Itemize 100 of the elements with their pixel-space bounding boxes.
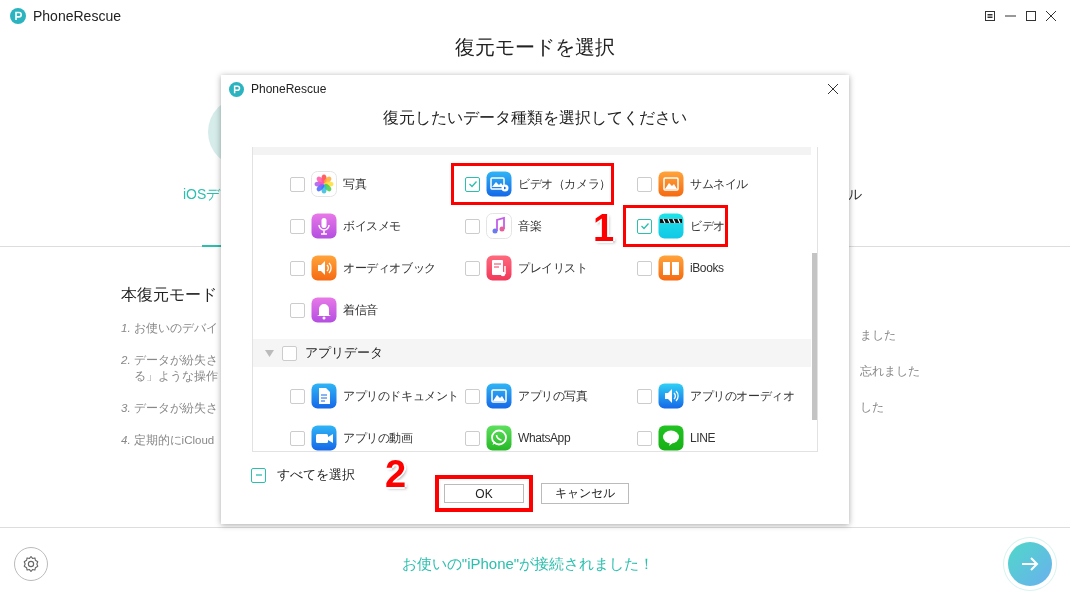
checkbox[interactable] — [465, 176, 480, 192]
option-label: オーディオブック — [343, 259, 436, 277]
category-label: アプリデータ — [305, 344, 383, 362]
clapperboard-icon — [658, 213, 684, 239]
checkbox[interactable] — [290, 176, 305, 192]
check-icon — [467, 179, 478, 189]
info-step: 4. 定期的にiCloud — [121, 432, 219, 448]
connection-status: お使いの"iPhone"が接続されました！ — [401, 554, 655, 574]
step-number: 1 — [593, 209, 615, 247]
info-note: ました — [860, 327, 897, 344]
info-step: 2. データが紛失さ る」ような操作 — [121, 352, 219, 384]
option-label: ボイスメモ — [343, 217, 401, 235]
settings-button[interactable] — [14, 547, 48, 581]
option-label: アプリの動画 — [343, 429, 413, 447]
option-label: iBooks — [690, 261, 724, 275]
close-icon[interactable] — [828, 84, 838, 94]
data-type-option[interactable]: 写真 — [290, 163, 367, 205]
option-label: 着信音 — [343, 301, 378, 319]
checkbox[interactable] — [290, 388, 305, 404]
data-type-option[interactable]: 着信音 — [290, 289, 378, 331]
step-number: 2 — [385, 455, 407, 493]
checkbox[interactable] — [465, 260, 480, 276]
data-type-option[interactable]: アプリの写真 — [465, 375, 588, 417]
picture-play-icon — [486, 171, 512, 197]
data-type-option[interactable]: ビデオ（カメラ） — [451, 163, 614, 205]
music-note-icon — [486, 213, 512, 239]
checkbox[interactable] — [290, 218, 305, 234]
close-icon[interactable] — [1046, 11, 1056, 21]
option-label: アプリのオーディオ — [690, 387, 795, 405]
data-type-option[interactable]: ビデオ — [623, 205, 728, 247]
menu-icon[interactable] — [985, 11, 995, 21]
microphone-icon — [311, 213, 337, 239]
data-type-option[interactable]: アプリのドキュメント — [290, 375, 459, 417]
option-label: プレイリスト — [518, 259, 588, 277]
checkbox[interactable] — [465, 430, 480, 446]
option-label: ビデオ — [690, 217, 725, 235]
info-note: した — [860, 399, 885, 416]
checkbox[interactable] — [290, 260, 305, 276]
data-type-option[interactable]: 音楽 — [465, 205, 542, 247]
category-header[interactable]: アプリデータ — [253, 339, 811, 367]
checkbox[interactable] — [637, 218, 652, 234]
flower-icon — [311, 171, 337, 197]
minus-icon — [254, 473, 263, 477]
document-music-icon — [486, 255, 512, 281]
checkbox[interactable] — [290, 430, 305, 446]
document-icon — [311, 383, 337, 409]
data-type-option[interactable]: アプリのオーディオ — [637, 375, 795, 417]
option-label: ビデオ（カメラ） — [518, 175, 611, 193]
checkbox[interactable] — [465, 218, 480, 234]
checkbox[interactable] — [251, 467, 266, 483]
maximize-icon[interactable] — [1026, 11, 1036, 21]
picture-icon — [658, 171, 684, 197]
book-icon — [658, 255, 684, 281]
page-title: 復元モードを選択 — [454, 35, 616, 60]
speech-bubble-icon — [658, 425, 684, 451]
logo-icon — [229, 81, 244, 97]
video-camera-icon — [311, 425, 337, 451]
dialog-title: PhoneRescue — [251, 82, 327, 96]
info-note: 忘れました — [860, 363, 921, 380]
checkbox[interactable] — [637, 388, 652, 404]
option-label: 音楽 — [518, 217, 542, 235]
checkbox[interactable] — [637, 176, 652, 192]
option-label: 写真 — [343, 175, 367, 193]
checkbox[interactable] — [637, 260, 652, 276]
data-type-option[interactable]: ボイスメモ — [290, 205, 401, 247]
option-label: LINE — [690, 431, 716, 445]
checkbox[interactable] — [282, 345, 297, 361]
option-label: WhatsApp — [518, 431, 571, 445]
checkbox[interactable] — [465, 388, 480, 404]
data-type-option[interactable]: アプリの動画 — [290, 417, 413, 451]
cancel-button[interactable]: キャンセル — [541, 483, 629, 504]
mode-tab[interactable]: ル — [848, 186, 862, 204]
info-step: 1. お使いのデバイ — [121, 320, 219, 336]
info-step: 3. データが紛失さ — [121, 400, 219, 416]
speaker-icon — [658, 383, 684, 409]
logo-icon — [10, 8, 26, 24]
data-type-option[interactable]: LINE — [637, 417, 716, 451]
data-type-option[interactable]: WhatsApp — [465, 417, 571, 451]
ok-button[interactable]: OK — [435, 475, 533, 512]
gear-icon — [22, 555, 40, 573]
data-type-option[interactable]: iBooks — [637, 247, 724, 289]
check-icon — [639, 221, 650, 231]
caret-icon[interactable] — [265, 349, 274, 357]
dialog-heading: 復元したいデータ種類を選択してください — [382, 108, 688, 128]
data-type-option[interactable]: オーディオブック — [290, 247, 436, 289]
data-type-option[interactable]: プレイリスト — [465, 247, 588, 289]
app-title: PhoneRescue — [33, 8, 121, 24]
data-type-option[interactable]: サムネイル — [637, 163, 748, 205]
speaker-icon — [311, 255, 337, 281]
select-all-label: すべてを選択 — [277, 466, 355, 484]
checkbox[interactable] — [290, 302, 305, 318]
bell-icon — [311, 297, 337, 323]
checkbox[interactable] — [637, 430, 652, 446]
scrollbar-thumb[interactable] — [812, 253, 817, 420]
phone-bubble-icon — [486, 425, 512, 451]
option-label: アプリの写真 — [518, 387, 588, 405]
info-heading: 本復元モード — [121, 285, 218, 305]
picture-icon — [486, 383, 512, 409]
option-label: サムネイル — [690, 175, 748, 193]
option-label: アプリのドキュメント — [343, 387, 459, 405]
